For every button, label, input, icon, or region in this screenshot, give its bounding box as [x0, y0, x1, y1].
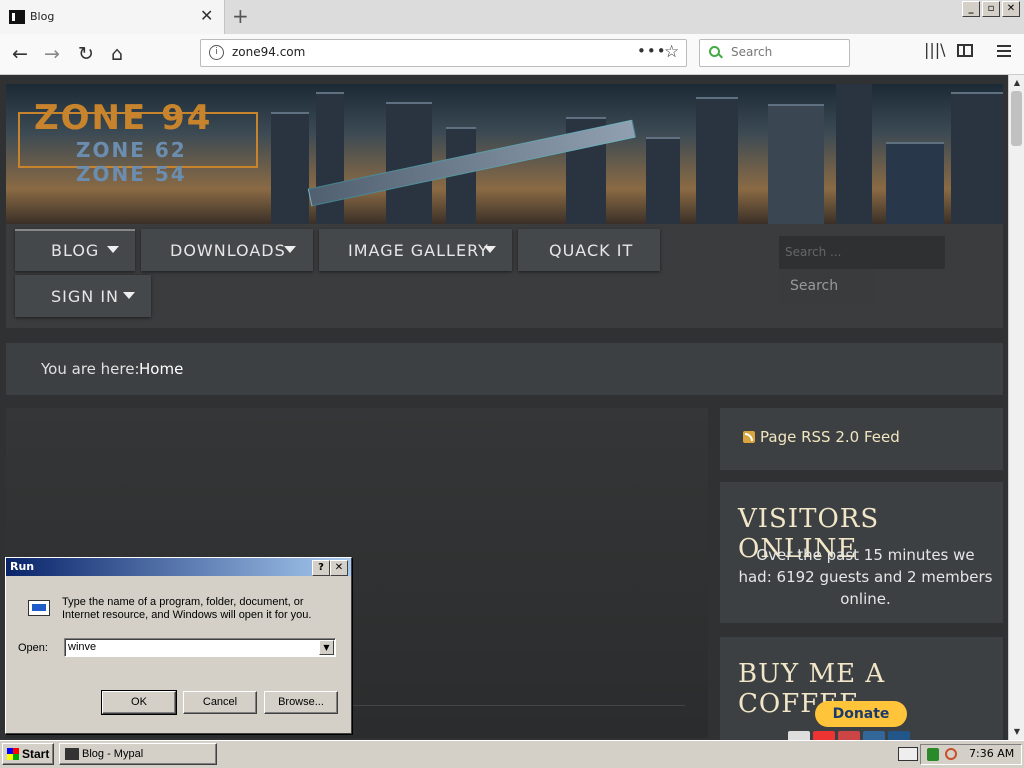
menu-item-sign-in[interactable]: SIGN IN	[15, 275, 151, 317]
site-search-input[interactable]: Search ...	[778, 235, 946, 270]
logo-subtitle-2: ZONE 54	[76, 162, 187, 186]
open-label: Open:	[18, 642, 48, 654]
run-titlebar[interactable]: Run ? ✕	[6, 558, 351, 576]
menu-item-image-gallery[interactable]: IMAGE GALLERY	[319, 229, 512, 271]
rss-feed-link[interactable]: Page RSS 2.0 Feed	[760, 428, 900, 446]
sidebar-toggle-icon[interactable]	[957, 44, 973, 57]
close-dialog-button[interactable]: ✕	[330, 560, 348, 576]
menu-item-downloads[interactable]: DOWNLOADS	[141, 229, 313, 271]
open-input-value[interactable]: winve	[68, 641, 96, 653]
site-banner: ZONE 94 ZONE 62 ZONE 54	[6, 84, 1003, 224]
breadcrumb: You are here: Home	[6, 343, 1003, 395]
system-tray: 7:36 AM	[920, 744, 1022, 765]
search-engine-icon	[709, 46, 720, 57]
menu-label-quack-it: QUACK IT	[549, 241, 634, 260]
start-button[interactable]: Start	[2, 743, 54, 765]
logo-subtitle: ZONE 62	[76, 138, 187, 162]
rss-module: Page RSS 2.0 Feed	[720, 408, 1003, 470]
chevron-down-icon	[123, 292, 135, 299]
browser-app-icon	[65, 748, 79, 760]
card-icon	[888, 731, 910, 740]
run-dialog: Run ? ✕ Type the name of a program, fold…	[5, 557, 352, 734]
browser-search-placeholder: Search	[731, 45, 773, 59]
run-description: Type the name of a program, folder, docu…	[62, 596, 312, 621]
search-tray-icon[interactable]	[945, 748, 957, 760]
card-icon	[863, 731, 885, 740]
clock[interactable]: 7:36 AM	[969, 747, 1014, 760]
network-icon[interactable]	[927, 748, 939, 761]
close-window-button[interactable]: ✕	[1002, 1, 1020, 17]
page-actions-icon[interactable]: •••	[637, 42, 667, 60]
payment-cards	[788, 731, 910, 740]
library-icon[interactable]: |||\	[924, 40, 946, 59]
chevron-down-icon	[484, 246, 496, 253]
keyboard-icon[interactable]	[898, 747, 918, 761]
scroll-thumb[interactable]	[1011, 91, 1022, 146]
donate-button[interactable]: Donate	[815, 701, 907, 727]
browser-search-input[interactable]: Search	[699, 39, 850, 67]
hamburger-menu-icon[interactable]	[997, 42, 1011, 60]
menu-label-downloads: DOWNLOADS	[170, 241, 286, 260]
breadcrumb-home[interactable]: Home	[139, 360, 183, 378]
dropdown-arrow-icon[interactable]: ▼	[319, 640, 334, 655]
browser-toolbar: ← → ↻ ⌂ i zone94.com ••• ☆ Search |||\	[0, 34, 1024, 75]
start-label: Start	[22, 747, 50, 761]
back-arrow-icon[interactable]: ←	[6, 40, 34, 68]
forward-arrow-icon[interactable]: →	[38, 40, 66, 68]
page-scrollbar[interactable]: ▲ ▼	[1008, 75, 1024, 740]
visitors-text: Over the past 15 minutes we had: 6192 gu…	[738, 546, 993, 608]
chevron-down-icon	[284, 246, 296, 253]
taskbar-item-label: Blog - Mypal	[82, 748, 144, 760]
url-bar[interactable]: i zone94.com ••• ☆	[200, 39, 687, 67]
run-title: Run	[10, 560, 35, 573]
card-icon	[813, 731, 835, 740]
tab-strip: Blog ✕ + _ ▫ ✕	[0, 0, 1024, 34]
site-search-placeholder: Search ...	[785, 245, 842, 259]
bookmark-star-icon[interactable]: ☆	[664, 42, 679, 62]
menu-label-image-gallery: IMAGE GALLERY	[348, 241, 489, 260]
chevron-down-icon	[107, 246, 119, 253]
ok-button[interactable]: OK	[101, 690, 177, 715]
help-button[interactable]: ?	[312, 560, 330, 576]
browse-button[interactable]: Browse...	[264, 691, 338, 714]
open-combobox[interactable]: winve ▼	[64, 638, 336, 657]
new-tab-icon[interactable]: +	[232, 4, 249, 28]
coffee-module: BUY ME A COFFEE Donate	[720, 637, 1003, 740]
home-icon[interactable]: ⌂	[103, 40, 131, 68]
scroll-up-icon[interactable]: ▲	[1009, 75, 1024, 91]
scroll-down-icon[interactable]: ▼	[1009, 724, 1024, 740]
restore-button[interactable]: ▫	[982, 1, 1000, 17]
url-text[interactable]: zone94.com	[232, 45, 305, 59]
taskbar: Start Blog - Mypal	[0, 740, 1024, 768]
site-info-icon[interactable]: i	[209, 45, 224, 60]
menu-item-quack-it[interactable]: QUACK IT	[518, 229, 660, 271]
cancel-button[interactable]: Cancel	[183, 691, 257, 714]
site-logo[interactable]: ZONE 94	[34, 98, 212, 138]
site-search-button[interactable]: Search	[778, 269, 876, 303]
breadcrumb-lead: You are here:	[41, 360, 140, 378]
card-icon	[788, 731, 810, 740]
tab-close-icon[interactable]: ✕	[200, 7, 213, 25]
windows-logo-icon	[7, 748, 19, 760]
rss-feed-icon	[743, 431, 755, 443]
tab-title: Blog	[30, 10, 55, 23]
run-program-icon	[22, 600, 54, 620]
menu-label-sign-in: SIGN IN	[51, 287, 120, 306]
visitors-module: VISITORS ONLINE Over the past 15 minutes…	[720, 482, 1003, 623]
site-search-button-label: Search	[790, 278, 839, 294]
minimize-button[interactable]: _	[962, 1, 980, 17]
card-icon	[838, 731, 860, 740]
site-favicon-icon	[9, 10, 25, 24]
menu-item-blog[interactable]: BLOG	[15, 229, 135, 271]
taskbar-item-browser[interactable]: Blog - Mypal	[59, 743, 217, 765]
tab-blog[interactable]: Blog ✕	[0, 0, 225, 34]
reload-icon[interactable]: ↻	[72, 40, 100, 68]
menu-label-blog: BLOG	[51, 241, 100, 260]
window-controls: _ ▫ ✕	[962, 1, 1020, 17]
